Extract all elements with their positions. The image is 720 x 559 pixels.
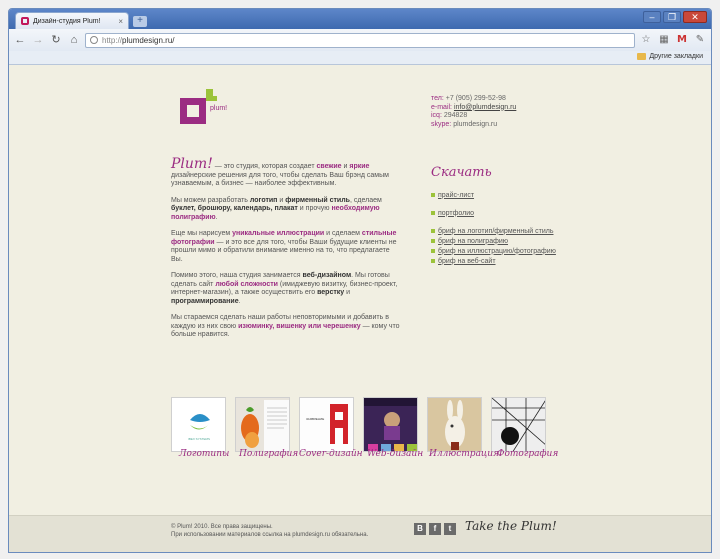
- page-footer: © Plum! 2010. Все права защищены. При ис…: [9, 515, 711, 552]
- logo-text: plum!: [210, 105, 228, 112]
- portfolio-gallery: IBEX SYSTEMS ЗАЯВЛЕНИЕ Логотипы Полиграф…: [171, 397, 561, 467]
- gallery-label-web[interactable]: Web-дизайн: [367, 449, 437, 459]
- download-link[interactable]: бриф на веб-сайт: [431, 256, 581, 266]
- illustration-thumbnail[interactable]: [427, 397, 482, 452]
- print-thumbnail[interactable]: [235, 397, 290, 452]
- tagline: Take the Plum!: [465, 519, 557, 533]
- download-link[interactable]: портфолио: [431, 208, 581, 218]
- bullet-icon: [431, 193, 435, 197]
- download-link[interactable]: прайс-лист: [431, 190, 581, 200]
- email-link[interactable]: info@plumdesign.ru: [454, 104, 516, 111]
- web-page: plum! тел: +7 (905) 299-52-98 e-mail: in…: [9, 65, 711, 552]
- other-bookmarks[interactable]: Другие закладки: [637, 53, 703, 60]
- browser-window: Дизайн-студия Plum! × + – ❐ ✕ ← → ↻ ⌂ ht…: [8, 8, 712, 553]
- bullet-icon: [431, 239, 435, 243]
- vkontakte-icon[interactable]: В: [414, 523, 426, 535]
- gallery-label-cover[interactable]: Cover-дизайн: [299, 449, 369, 459]
- download-section: Скачать прайс-лист портфолио бриф на лог…: [431, 165, 581, 266]
- window-controls: – ❐ ✕: [643, 11, 707, 23]
- twitter-icon[interactable]: t: [444, 523, 456, 535]
- back-arrow-icon[interactable]: ←: [13, 33, 27, 47]
- copyright: © Plum! 2010. Все права защищены. При ис…: [171, 524, 369, 538]
- maximize-button[interactable]: ❐: [663, 11, 681, 23]
- page-menu-icon[interactable]: ▦: [657, 33, 671, 47]
- download-title: Скачать: [431, 165, 492, 180]
- minimize-button[interactable]: –: [643, 11, 661, 23]
- svg-text:IBEX SYSTEMS: IBEX SYSTEMS: [188, 437, 210, 441]
- browser-toolbar: ← → ↻ ⌂ http://plumdesign.ru/ ☆ ▦ M ✎: [9, 29, 711, 51]
- plum-logo[interactable]: [171, 85, 241, 125]
- about-text: Plum! — это студия, которая создает свеж…: [171, 156, 401, 348]
- cover-thumbnail[interactable]: ЗАЯВЛЕНИЕ: [299, 397, 354, 452]
- bullet-icon: [431, 211, 435, 215]
- globe-icon: [90, 36, 98, 44]
- phone-line: тел: +7 (905) 299-52-98: [431, 95, 506, 102]
- url-text[interactable]: http://plumdesign.ru/: [102, 36, 175, 45]
- bullet-icon: [431, 229, 435, 233]
- tab-bar: Дизайн-студия Plum! × + – ❐ ✕: [9, 9, 711, 29]
- download-link[interactable]: бриф на логотип/фирменный стиль: [431, 226, 581, 236]
- bullet-icon: [431, 259, 435, 263]
- gallery-label-illustration[interactable]: Иллюстрация: [429, 449, 499, 459]
- about-paragraph: Помимо этого, наша студия занимается веб…: [171, 272, 398, 305]
- address-bar[interactable]: http://plumdesign.ru/: [85, 32, 635, 48]
- bullet-icon: [431, 249, 435, 253]
- home-icon[interactable]: ⌂: [67, 33, 81, 47]
- gallery-label-photo[interactable]: Фотография: [497, 449, 567, 459]
- web-design-thumbnail[interactable]: [363, 397, 418, 452]
- bookmarks-bar: Другие закладки: [9, 51, 711, 65]
- gmail-icon[interactable]: M: [675, 33, 689, 47]
- download-link[interactable]: бриф на полиграфию: [431, 236, 581, 246]
- contacts-block: тел: +7 (905) 299-52-98 e-mail: info@plu…: [431, 95, 516, 129]
- wrench-icon[interactable]: ✎: [693, 33, 707, 47]
- logos-thumbnail[interactable]: IBEX SYSTEMS: [171, 397, 226, 452]
- svg-text:ЗАЯВЛЕНИЕ: ЗАЯВЛЕНИЕ: [306, 417, 324, 421]
- tab-title: Дизайн-студия Plum!: [33, 17, 101, 25]
- reload-icon[interactable]: ↻: [49, 33, 63, 47]
- about-paragraph: Plum! — это студия, которая создает свеж…: [171, 156, 389, 187]
- facebook-icon[interactable]: f: [429, 523, 441, 535]
- email-line: e-mail: info@plumdesign.ru: [431, 103, 517, 111]
- download-link[interactable]: бриф на иллюстрацию/фотографию: [431, 246, 581, 256]
- tab-close-icon[interactable]: ×: [118, 17, 123, 26]
- skype-line: skype: plumdesign.ru: [431, 120, 498, 128]
- photography-thumbnail[interactable]: [491, 397, 546, 452]
- other-bookmarks-label: Другие закладки: [649, 53, 703, 60]
- plum-favicon-icon: [21, 17, 29, 25]
- forward-arrow-icon[interactable]: →: [31, 33, 45, 47]
- about-paragraph: Мы стараемся сделать наши работы неповто…: [171, 314, 400, 338]
- icq-line: icq: 294828: [431, 112, 468, 119]
- social-links: В f t: [414, 523, 456, 535]
- close-window-button[interactable]: ✕: [683, 11, 707, 23]
- about-paragraph: Еще мы нарисуем уникальные иллюстрации и…: [171, 230, 397, 263]
- new-tab-button[interactable]: +: [133, 16, 147, 27]
- about-paragraph: Мы можем разработать логотип и фирменный…: [171, 196, 382, 221]
- browser-tab[interactable]: Дизайн-студия Plum! ×: [15, 12, 129, 29]
- folder-icon: [637, 53, 647, 60]
- bookmark-star-icon[interactable]: ☆: [639, 33, 653, 47]
